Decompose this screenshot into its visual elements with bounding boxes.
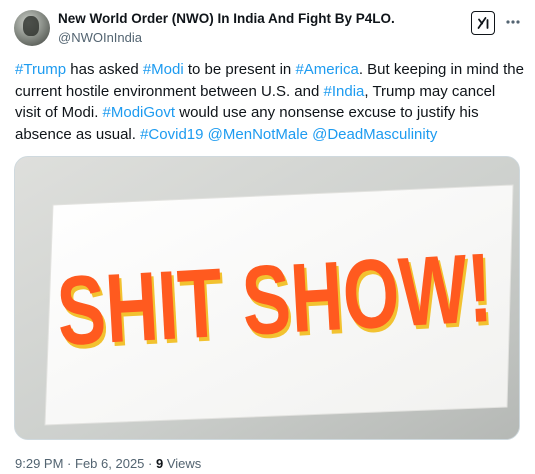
mention-link[interactable]: @MenNotMale	[208, 126, 308, 143]
views-label: Views	[166, 456, 202, 471]
hashtag-link[interactable]: #Covid19	[140, 126, 203, 143]
avatar-figure	[23, 16, 39, 36]
mention-link[interactable]: @DeadMasculinity	[312, 126, 437, 143]
more-horizontal-icon	[506, 20, 520, 24]
hashtag-link[interactable]: #ModiGovt	[103, 104, 176, 121]
tweet-text: #Trump has asked #Modi to be present in …	[15, 59, 525, 145]
hashtag-link[interactable]: #India	[324, 83, 365, 100]
tweet-meta: 9:29 PM · Feb 6, 2025 · 9 Views	[15, 456, 201, 471]
more-options-button[interactable]	[503, 12, 523, 32]
hashtag-link[interactable]: #Trump	[15, 61, 66, 78]
grok-icon	[477, 17, 489, 29]
avatar[interactable]	[14, 10, 50, 46]
hashtag-link[interactable]: #America	[295, 61, 358, 78]
meta-separator: ·	[148, 456, 153, 471]
views-count: 9	[156, 456, 164, 471]
tweet-text-segment: has asked	[66, 61, 143, 78]
tweet-text-segment: to be present in	[183, 61, 296, 78]
tweet-card: New World Order (NWO) In India And Fight…	[0, 0, 535, 474]
meta-separator: ·	[67, 456, 72, 471]
tweet-time[interactable]: 9:29 PM	[15, 456, 63, 471]
grok-button[interactable]	[471, 11, 495, 35]
hashtag-link[interactable]: #Modi	[143, 61, 184, 78]
author-handle[interactable]: @NWOInIndia	[58, 30, 142, 45]
author-display-name[interactable]: New World Order (NWO) In India And Fight…	[58, 11, 395, 26]
tweet-media-image[interactable]: SHIT SHOW! SHIT SHOW!	[14, 156, 520, 440]
tweet-date[interactable]: Feb 6, 2025	[75, 456, 144, 471]
sign-photo: SHIT SHOW! SHIT SHOW!	[15, 157, 519, 439]
